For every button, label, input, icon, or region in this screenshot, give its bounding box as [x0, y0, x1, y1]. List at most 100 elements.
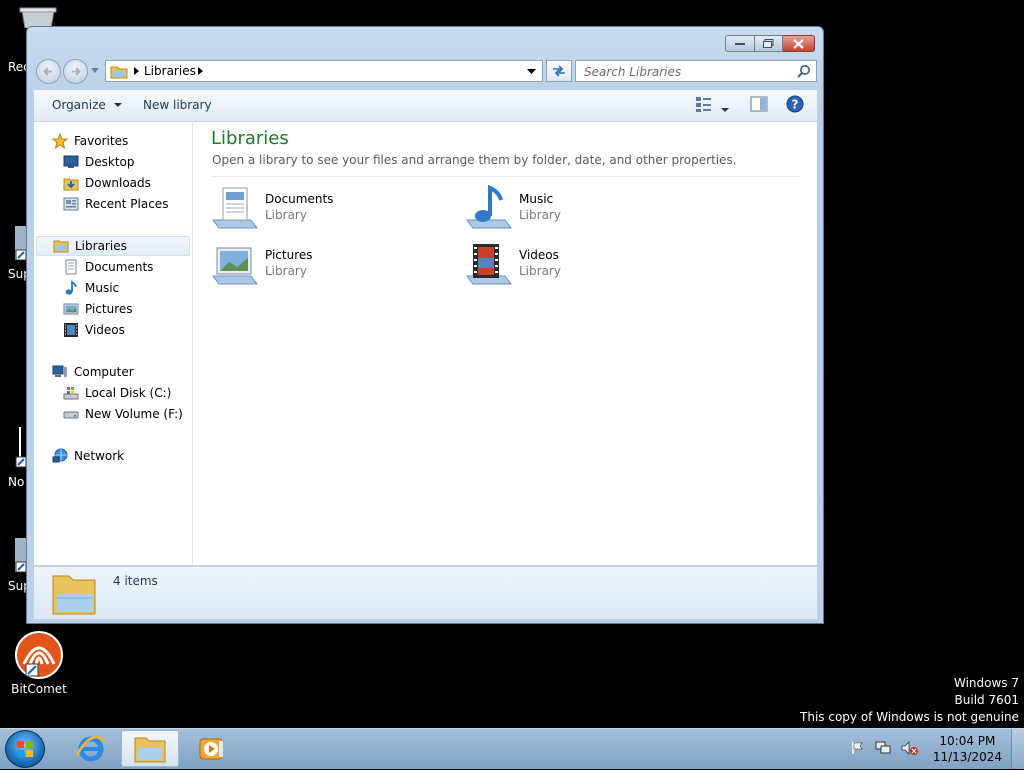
page-title: Libraries	[211, 128, 289, 149]
forward-button[interactable]	[63, 59, 88, 84]
organize-label: Organize	[52, 98, 106, 112]
nav-network[interactable]: Network	[52, 446, 124, 466]
library-type: Library	[265, 208, 307, 222]
nav-label: Favorites	[74, 134, 129, 148]
minimize-icon	[735, 42, 745, 45]
start-button[interactable]	[5, 730, 45, 768]
action-center-flag-icon[interactable]	[851, 741, 865, 758]
close-button[interactable]	[783, 35, 815, 52]
pictures-library-icon	[212, 247, 258, 285]
desktop-icon-recycle-bin[interactable]	[18, 6, 58, 29]
desktop-shortcut-icon[interactable]	[13, 425, 27, 471]
nav-desktop[interactable]: Desktop	[63, 152, 135, 172]
nav-documents[interactable]: Documents	[63, 257, 153, 277]
nav-label: Libraries	[75, 239, 127, 253]
library-type: Library	[265, 264, 307, 278]
nav-libraries[interactable]: Libraries	[36, 236, 190, 256]
svg-text:?: ?	[792, 98, 799, 112]
media-player-icon	[199, 738, 223, 759]
clock-date: 11/13/2024	[932, 750, 1002, 764]
library-videos[interactable]: Videos Library	[465, 240, 695, 292]
change-view-button[interactable]	[695, 95, 713, 116]
nav-label: Music	[85, 281, 120, 295]
caption-buttons	[725, 35, 815, 52]
desktop-icon-bitcomet[interactable]: BitComet	[3, 630, 75, 696]
bitcomet-icon	[15, 631, 63, 679]
back-button[interactable]	[36, 59, 61, 84]
breadcrumb-libraries[interactable]: Libraries	[144, 64, 196, 78]
preview-pane-icon	[750, 96, 768, 112]
libraries-large-icon	[52, 575, 96, 615]
maximize-button[interactable]	[755, 35, 783, 52]
chevron-down-icon	[113, 103, 122, 107]
nav-label: New Volume (F:)	[85, 407, 183, 421]
search-input[interactable]	[582, 62, 791, 82]
libraries-folder-icon	[110, 66, 128, 79]
view-options-icon	[696, 97, 711, 112]
address-history-dropdown-icon[interactable]	[527, 69, 536, 75]
nav-new-volume-f[interactable]: New Volume (F:)	[63, 404, 183, 424]
refresh-button[interactable]	[546, 60, 572, 82]
nav-favorites[interactable]: Favorites	[52, 131, 128, 151]
clock[interactable]: 10:04 PM 11/13/2024	[933, 733, 1002, 765]
breadcrumb-arrow-icon[interactable]	[198, 67, 204, 75]
music-note-icon	[65, 280, 77, 295]
windows-explorer-icon	[134, 737, 166, 762]
search-box[interactable]	[575, 60, 817, 82]
desktop-shortcut-icon[interactable]	[13, 224, 27, 264]
windows-watermark: Windows 7 Build 7601 This copy of Window…	[800, 675, 1019, 726]
taskbar-internet-explorer[interactable]	[62, 730, 120, 767]
address-bar[interactable]: Libraries	[105, 60, 543, 82]
show-desktop-button[interactable]	[1011, 729, 1024, 769]
nav-local-disk-c[interactable]: Local Disk (C:)	[63, 383, 171, 403]
nav-videos[interactable]: Videos	[63, 320, 125, 340]
taskbar-media-player[interactable]	[182, 730, 240, 767]
new-library-button[interactable]: New library	[143, 98, 212, 112]
organize-button[interactable]: Organize	[52, 98, 122, 112]
nav-downloads[interactable]: Downloads	[63, 173, 151, 193]
network-icon	[52, 448, 68, 463]
nav-label: Computer	[74, 365, 134, 379]
recycle-bin-icon	[19, 7, 57, 29]
library-music[interactable]: Music Library	[465, 184, 695, 236]
chevron-down-icon	[721, 108, 729, 112]
volume-muted-icon[interactable]	[901, 740, 919, 758]
library-documents[interactable]: Documents Library	[211, 184, 441, 236]
nav-recent-places[interactable]: Recent Places	[63, 194, 168, 214]
computer-icon	[52, 365, 67, 377]
view-dropdown-button[interactable]	[721, 102, 729, 116]
library-type: Library	[519, 208, 561, 222]
search-icon[interactable]	[797, 64, 811, 78]
watermark-line: Windows 7	[953, 676, 1019, 690]
library-name: Documents	[265, 192, 334, 206]
pictures-icon	[63, 303, 79, 315]
help-button[interactable]: ?	[786, 95, 804, 116]
watermark-line: This copy of Windows is not genuine	[800, 710, 1019, 724]
music-library-icon	[466, 184, 512, 229]
forward-arrow-icon	[72, 67, 81, 76]
nav-pictures[interactable]: Pictures	[63, 299, 133, 319]
nav-computer[interactable]: Computer	[52, 362, 134, 382]
preview-pane-button[interactable]	[750, 95, 768, 116]
taskbar-windows-explorer[interactable]	[121, 730, 179, 767]
divider	[211, 176, 799, 177]
nav-music[interactable]: Music	[63, 278, 119, 298]
navigation-bar: Libraries	[34, 59, 817, 85]
desktop-icon	[63, 155, 79, 168]
desktop-shortcut-icon[interactable]	[13, 536, 27, 576]
videos-icon	[64, 323, 78, 337]
content-pane: Libraries Open a library to see your fil…	[193, 122, 817, 565]
library-pictures[interactable]: Pictures Library	[211, 240, 441, 292]
library-type: Library	[519, 264, 561, 278]
minimize-button[interactable]	[725, 35, 755, 52]
nav-label: Downloads	[85, 176, 151, 190]
recent-pages-dropdown-icon[interactable]	[91, 68, 99, 74]
nav-label: Pictures	[85, 302, 133, 316]
library-name: Music	[519, 192, 554, 206]
details-pane: 4 items	[34, 566, 817, 619]
command-bar: Organize New library ?	[34, 90, 817, 122]
nav-label: Documents	[85, 260, 154, 274]
breadcrumb-arrow-icon[interactable]	[134, 67, 140, 75]
back-arrow-icon	[43, 67, 52, 76]
network-status-icon[interactable]	[875, 741, 891, 758]
